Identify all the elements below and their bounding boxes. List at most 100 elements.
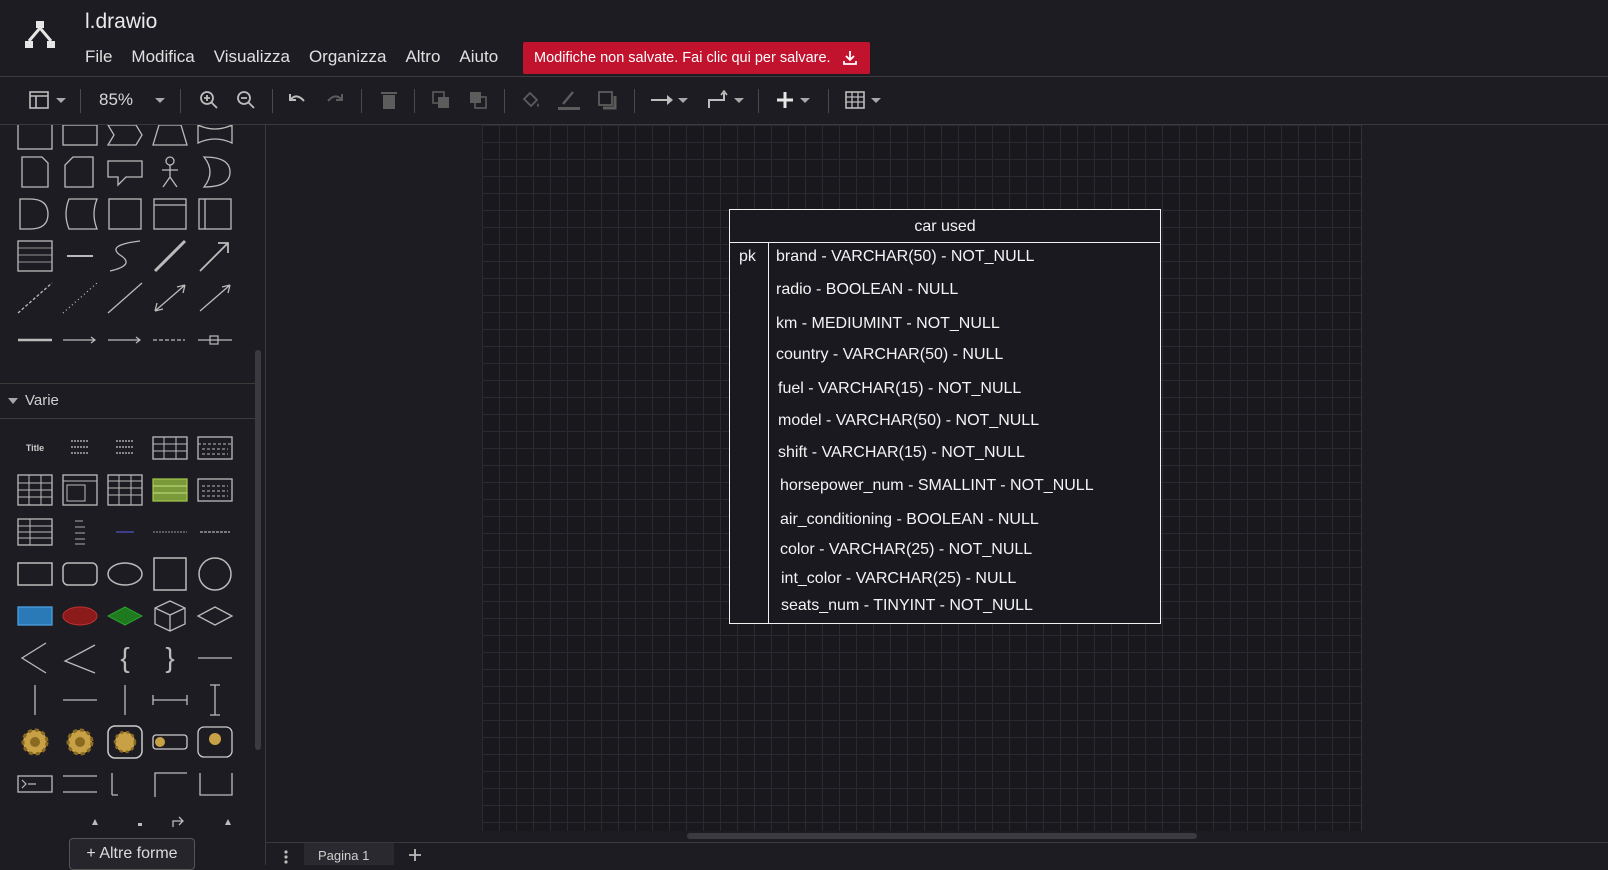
shape-rect-2[interactable] xyxy=(16,557,54,591)
shape-line[interactable] xyxy=(106,281,144,315)
tab-page-1[interactable]: Pagina 1 xyxy=(304,843,394,865)
more-shapes-button[interactable]: + Altre forme xyxy=(69,838,195,870)
shape-connector-3[interactable] xyxy=(151,323,189,357)
shape-table-4[interactable] xyxy=(196,473,234,507)
shape-bidirectional-connector[interactable] xyxy=(151,281,189,315)
shape-vline-2[interactable] xyxy=(106,683,144,717)
er-field[interactable]: seats_num - TINYINT - NOT_NULL xyxy=(781,597,1033,615)
shape-less-than[interactable] xyxy=(16,641,54,675)
shape-hatched-rect[interactable] xyxy=(16,599,54,633)
shape-data-storage[interactable] xyxy=(61,197,99,231)
er-field[interactable]: int_color - VARCHAR(25) - NULL xyxy=(781,570,1016,588)
zoom-out-icon[interactable] xyxy=(233,77,259,123)
undo-icon[interactable] xyxy=(284,77,310,123)
shape-connector-1[interactable] xyxy=(61,323,99,357)
shape-directional-connector[interactable] xyxy=(196,281,234,315)
waypoints-icon[interactable] xyxy=(702,77,748,123)
shape-square-2[interactable] xyxy=(151,557,189,591)
unsaved-changes-button[interactable]: Modifiche non salvate. Fai clic qui per … xyxy=(523,42,870,74)
er-field[interactable]: air_conditioning - BOOLEAN - NULL xyxy=(780,511,1039,529)
er-field[interactable]: horsepower_num - SMALLINT - NOT_NULL xyxy=(780,477,1094,495)
shape-card[interactable] xyxy=(61,155,99,189)
shape-table-green[interactable] xyxy=(151,473,189,507)
shape-hline[interactable] xyxy=(196,641,234,675)
shape-bullet-list[interactable] xyxy=(61,431,99,465)
menu-visualizza[interactable]: Visualizza xyxy=(214,47,290,67)
shape-vertical-list[interactable] xyxy=(61,515,99,549)
shape-red-ellipse[interactable] xyxy=(61,599,99,633)
shape-arrow[interactable] xyxy=(196,239,234,273)
section-varie-header[interactable]: Varie xyxy=(0,383,255,419)
shape-curly-close[interactable]: } xyxy=(151,641,189,675)
gear-icon[interactable] xyxy=(16,725,54,759)
shape-dimension-v[interactable] xyxy=(196,683,234,717)
shape-table-5[interactable] xyxy=(16,515,54,549)
shape-hline-2[interactable] xyxy=(61,683,99,717)
insert-plus-icon[interactable] xyxy=(770,77,816,123)
canvas-horizontal-scrollbar[interactable] xyxy=(687,833,1197,839)
gear-icon-2[interactable] xyxy=(61,725,99,759)
shape-corner-top[interactable] xyxy=(151,767,189,801)
shape-table-grid[interactable] xyxy=(151,431,189,465)
shape-swimlane[interactable] xyxy=(196,197,234,231)
er-field[interactable]: km - MEDIUMINT - NOT_NULL xyxy=(776,315,1000,333)
er-field[interactable]: fuel - VARCHAR(15) - NOT_NULL xyxy=(778,380,1021,398)
shape-square[interactable] xyxy=(106,197,144,231)
shape-rhombus[interactable] xyxy=(196,599,234,633)
shape-list[interactable] xyxy=(16,239,54,273)
zoom-in-icon[interactable] xyxy=(196,77,222,123)
to-front-icon[interactable] xyxy=(428,77,454,123)
shape-table-1[interactable] xyxy=(16,473,54,507)
shape-note[interactable] xyxy=(16,155,54,189)
to-back-icon[interactable] xyxy=(465,77,491,123)
shape-callout[interactable] xyxy=(106,155,144,189)
shape-terminal[interactable] xyxy=(16,767,54,801)
shape-connector-4[interactable] xyxy=(196,323,234,357)
panel-layout-icon[interactable] xyxy=(24,77,70,123)
er-field[interactable]: model - VARCHAR(50) - NOT_NULL xyxy=(778,412,1039,430)
shape-dotted-line[interactable] xyxy=(61,281,99,315)
drawio-logo-icon[interactable] xyxy=(24,20,56,50)
shape-greater-than[interactable] xyxy=(61,641,99,675)
delete-icon[interactable] xyxy=(376,77,402,123)
shape-bidirectional-arrow[interactable] xyxy=(151,239,189,273)
shape-ellipse[interactable] xyxy=(106,557,144,591)
er-table-car-used[interactable]: car used pk brand - VARCHAR(50) - NOT_NU… xyxy=(729,209,1161,624)
shape-numbered-list[interactable] xyxy=(106,431,144,465)
line-color-icon[interactable] xyxy=(556,77,582,123)
shape-vline[interactable] xyxy=(16,683,54,717)
menu-file[interactable]: File xyxy=(85,47,112,67)
connection-icon[interactable] xyxy=(646,77,692,123)
menu-organizza[interactable]: Organizza xyxy=(309,47,386,67)
shape-step[interactable] xyxy=(106,125,144,153)
shape-table-2[interactable] xyxy=(61,473,99,507)
shape-text-line[interactable] xyxy=(151,515,189,549)
shape-corner-bottom[interactable] xyxy=(196,767,234,801)
redo-icon[interactable] xyxy=(322,77,348,123)
pages-menu-icon[interactable] xyxy=(280,848,292,865)
shape-variable-text[interactable] xyxy=(196,515,234,549)
shape-tape[interactable] xyxy=(196,125,234,153)
er-field[interactable]: brand - VARCHAR(50) - NOT_NULL xyxy=(776,248,1034,266)
er-pk-label[interactable]: pk xyxy=(739,248,756,266)
er-table-title[interactable]: car used xyxy=(730,210,1160,243)
shape-connector-2[interactable] xyxy=(106,323,144,357)
shape-process[interactable] xyxy=(61,125,99,153)
add-page-icon[interactable] xyxy=(408,848,422,862)
shape-dashed-line[interactable] xyxy=(16,281,54,315)
shape-circle[interactable] xyxy=(196,557,234,591)
shape-rounded-rect[interactable] xyxy=(61,557,99,591)
table-icon[interactable] xyxy=(840,77,886,123)
sidebar-scrollbar[interactable] xyxy=(255,350,261,750)
er-field[interactable]: country - VARCHAR(50) - NULL xyxy=(776,346,1003,364)
shape-or[interactable] xyxy=(196,155,234,189)
er-field[interactable]: radio - BOOLEAN - NULL xyxy=(776,281,958,299)
shape-actor[interactable] xyxy=(151,155,189,189)
shape-table-rows[interactable] xyxy=(196,431,234,465)
menu-aiuto[interactable]: Aiuto xyxy=(459,47,498,67)
shape-list-item[interactable] xyxy=(61,239,99,273)
shape-link-text[interactable] xyxy=(106,515,144,549)
shape-double-line[interactable] xyxy=(61,767,99,801)
er-field[interactable]: shift - VARCHAR(15) - NOT_NULL xyxy=(778,444,1025,462)
shape-container[interactable] xyxy=(151,197,189,231)
